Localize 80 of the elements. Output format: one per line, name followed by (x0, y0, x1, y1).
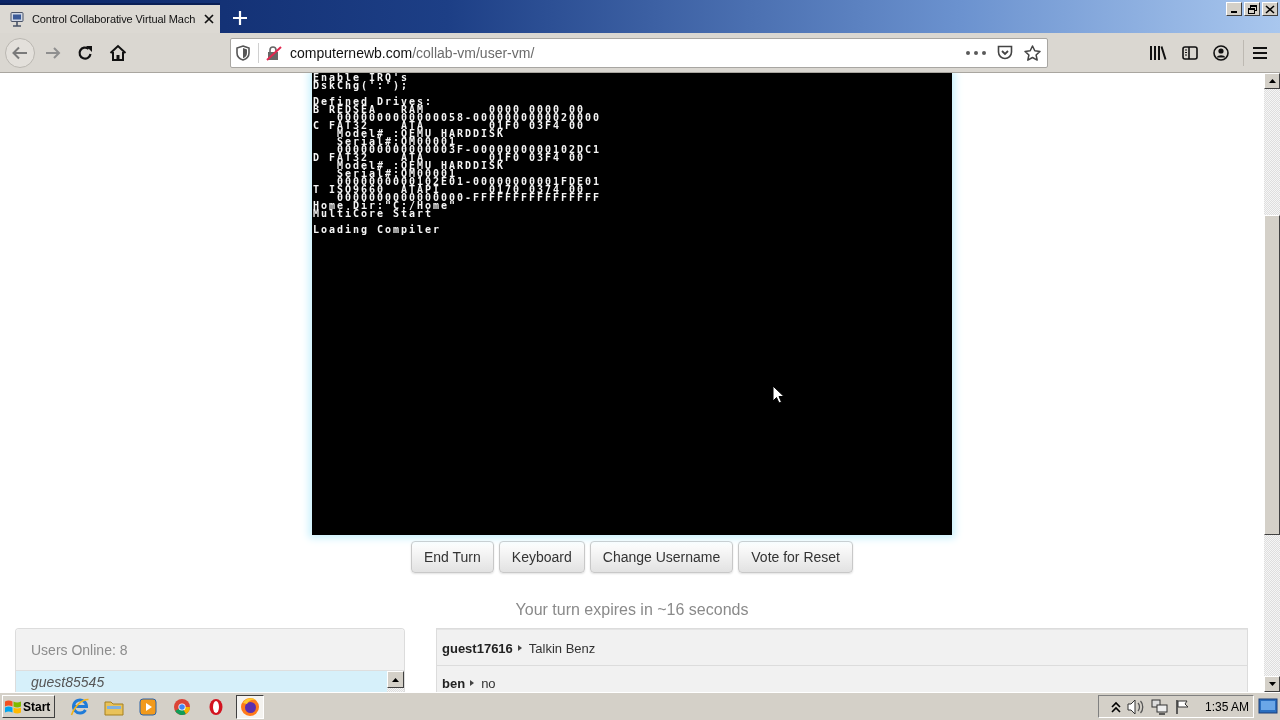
terminal-line: 0000000000102E01-00000000001FDE01 (337, 178, 602, 186)
menu-icon[interactable] (1252, 45, 1268, 60)
speaker-icon[interactable] (1127, 698, 1145, 715)
action-button[interactable]: End Turn (411, 541, 494, 573)
users-online-count: Users Online: 8 (31, 641, 128, 658)
chat-message: Talkin Benz (528, 640, 596, 656)
windows-flag-icon (5, 699, 21, 714)
clock-text: 1:35 AM (1204, 699, 1249, 714)
close-button[interactable] (1262, 2, 1278, 16)
terminal-line: C FAT32 ATA 01F0 03F4 00 (313, 122, 586, 130)
chat-message: no (481, 675, 496, 691)
letter-o-icon (208, 697, 225, 716)
terminal-line: 0000000000000058-0000000000020000 (337, 114, 602, 122)
back-icon[interactable] (5, 37, 35, 68)
turn-timer-text: Your turn expires in ~16 seconds (515, 601, 749, 619)
terminal-line: Loading Compiler (313, 226, 441, 234)
flag-icon[interactable] (1175, 698, 1190, 715)
url-text: computernewb.com/collab-vm/user-vm/ (290, 44, 535, 61)
plus-icon[interactable] (233, 11, 247, 25)
start-button[interactable]: Start (2, 695, 56, 718)
down-arrow-icon (1268, 682, 1276, 686)
restore-icon (1247, 4, 1257, 14)
computer-icon (9, 11, 25, 27)
reload-icon[interactable] (77, 44, 93, 61)
up-arrow-icon (392, 677, 399, 682)
taskbar-button[interactable] (236, 694, 265, 719)
action-button[interactable]: Change Username (589, 541, 734, 573)
triangle-icon (470, 680, 475, 686)
terminal-line: 000000000000003F-0000000000102DC1 (337, 146, 602, 154)
home-icon[interactable] (109, 43, 127, 62)
terminal-line: D FAT32 ATA 01F0 03F4 00 (313, 154, 586, 162)
close-icon[interactable] (204, 14, 214, 24)
network-icon[interactable] (1151, 698, 1169, 715)
lock-slash-icon[interactable] (266, 44, 282, 61)
scrollbar-thumb[interactable] (1264, 215, 1280, 535)
more-icon[interactable] (966, 50, 986, 55)
tab-title: Control Collaborative Virtual Mach (32, 13, 197, 25)
terminal-line: Model# :QEMU HARDDISK (337, 130, 505, 138)
account-icon[interactable] (1213, 44, 1229, 61)
terminal-line: B REDSEA RAM 0000 0000 00 (313, 106, 586, 114)
browser-tab[interactable]: Control Collaborative Virtual Mach (0, 3, 220, 33)
terminal-line: Enable IRQ's (313, 74, 409, 82)
terminal-line: MultiCore Start (313, 210, 433, 218)
scroll-down-button[interactable] (1264, 676, 1280, 692)
shield-icon[interactable] (236, 44, 250, 61)
letter-e-icon (70, 696, 91, 717)
scroll-up-button[interactable] (387, 671, 404, 688)
library-icon[interactable] (1149, 44, 1167, 61)
close-icon (1266, 5, 1274, 13)
restore-button[interactable] (1244, 2, 1260, 16)
user-list-item[interactable]: guest85545 (16, 671, 387, 692)
terminal-line: T ISO9660 ATAPI 0170 0374 00 (313, 186, 586, 194)
vm-screen[interactable] (312, 73, 952, 535)
action-button[interactable]: Keyboard (498, 541, 585, 573)
up-arrow-icon (1268, 79, 1276, 83)
terminal-line: DskChg(':'); (313, 82, 409, 90)
ring-logo-icon (173, 697, 192, 716)
terminal-line: Defined Drives: (313, 98, 433, 106)
chevron-shield-icon[interactable] (997, 45, 1013, 60)
terminal-line: Serial#:QM00001 (336, 170, 457, 178)
terminal-line: 0000000000000000-FFFFFFFFFFFFFFFF (337, 194, 602, 202)
desktop-icon[interactable] (1258, 698, 1278, 715)
scrollbar[interactable] (1264, 73, 1280, 692)
star-icon[interactable] (1024, 44, 1041, 61)
action-button[interactable]: Vote for Reset (738, 541, 853, 573)
scroll-up-button[interactable] (1264, 73, 1280, 89)
terminal-line: Serial#:QM00001 (336, 138, 457, 146)
minimize-button[interactable] (1226, 2, 1242, 16)
chat-username: guest17616 (442, 640, 513, 656)
sidebar-icon[interactable] (1182, 44, 1198, 61)
scrollbar[interactable] (387, 671, 404, 692)
triangle-icon (517, 645, 522, 651)
play-icon (139, 697, 158, 716)
globe-icon (240, 696, 261, 717)
chevron-up-icon[interactable] (1111, 700, 1121, 713)
terminal-line: Model# :QEMU HARDDISK (337, 162, 505, 170)
url-field[interactable]: computernewb.com/collab-vm/user-vm/ (230, 37, 1048, 68)
mouse-pointer-icon (772, 385, 784, 404)
minimize-icon (1231, 11, 1237, 13)
chat-username: ben (442, 675, 466, 691)
